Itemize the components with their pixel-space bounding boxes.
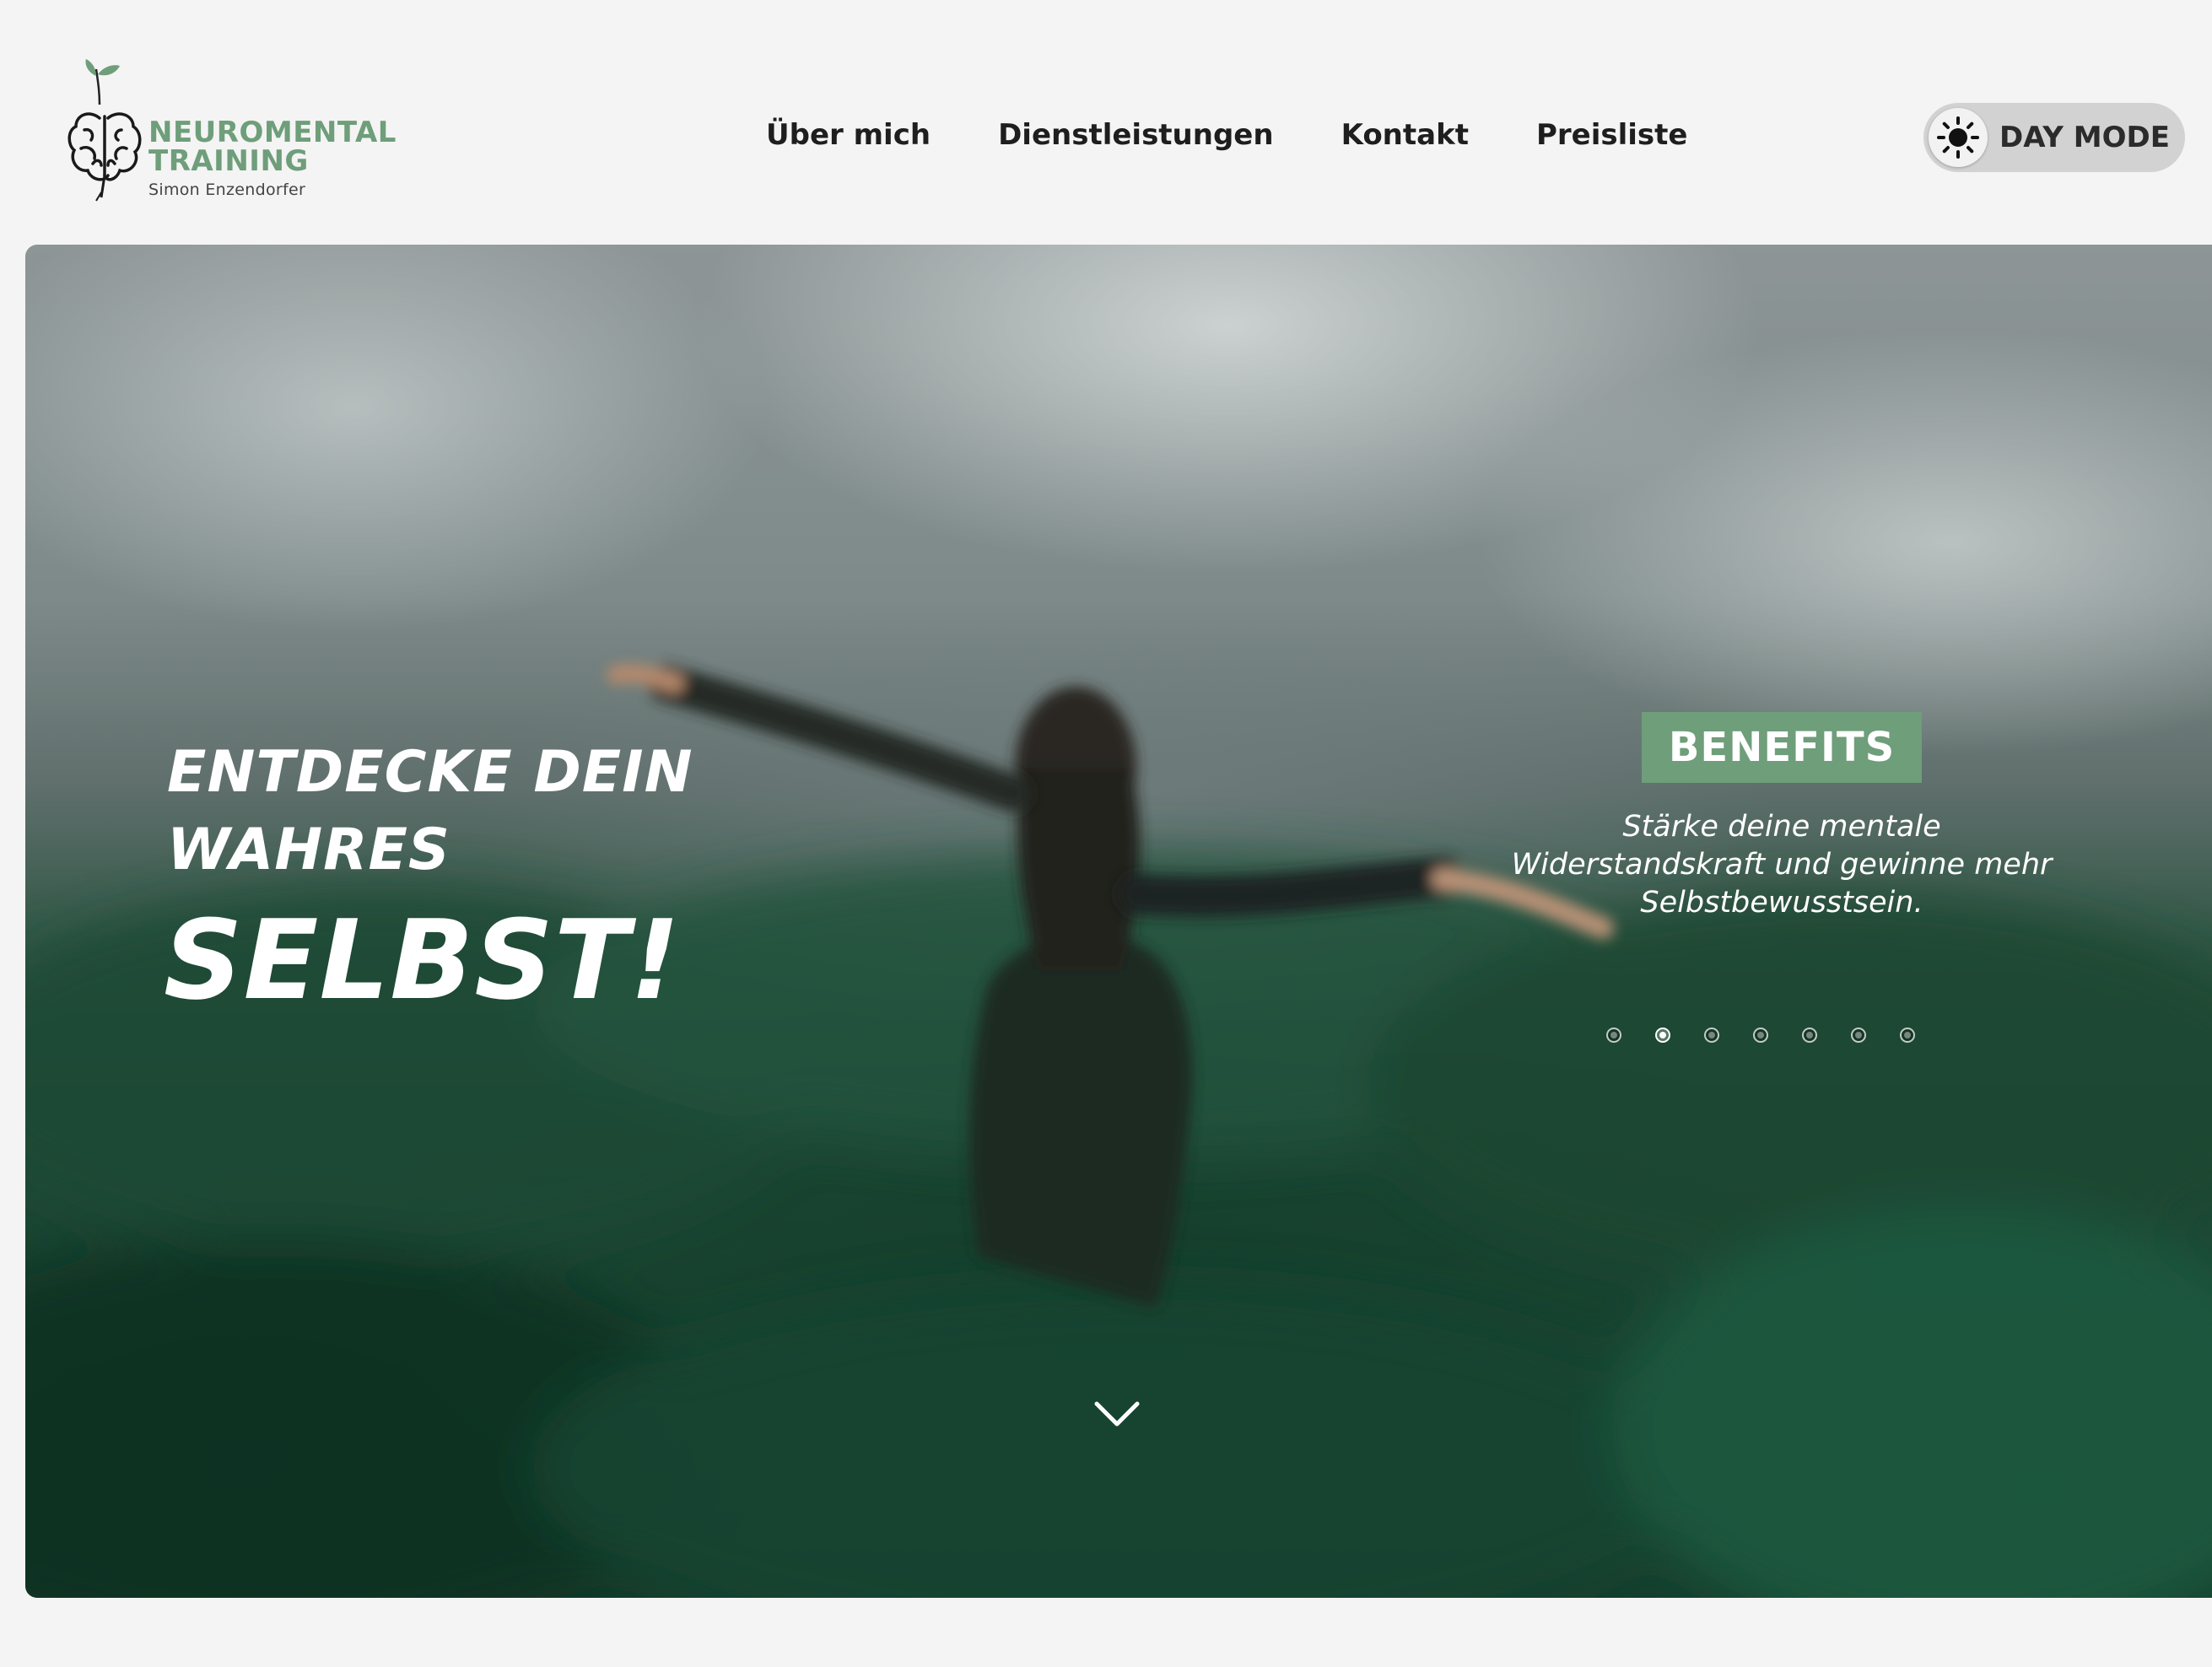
chevron-down-icon[interactable]: [1092, 1397, 1142, 1431]
slider-dot[interactable]: [1900, 1028, 1915, 1043]
hero-headline-line2: WAHRES: [167, 817, 450, 883]
nav-item-ueber-mich[interactable]: Über mich: [766, 118, 931, 152]
slider-pagination: [1606, 1028, 1949, 1043]
brand-name-line1: NEUROMENTAL: [148, 116, 397, 149]
logo-text: NEUROMENTAL TRAINING Simon Enzendorfer: [148, 118, 397, 199]
sun-icon: [1937, 116, 1979, 159]
slider-dot-active[interactable]: [1655, 1028, 1670, 1043]
brain-sprout-logo-icon: [67, 59, 142, 202]
slider-dot[interactable]: [1606, 1028, 1621, 1043]
slider-dot[interactable]: [1851, 1028, 1866, 1043]
hero-section: ENTDECKE DEIN WAHRES SELBST! BENEFITS St…: [25, 245, 2212, 1598]
mode-label: DAY MODE: [1999, 121, 2170, 154]
slider-dot[interactable]: [1802, 1028, 1817, 1043]
brand-owner: Simon Enzendorfer: [148, 181, 306, 199]
logo[interactable]: NEUROMENTAL TRAINING Simon Enzendorfer: [67, 57, 422, 209]
nav-item-preisliste[interactable]: Preisliste: [1536, 118, 1688, 152]
toggle-knob: [1929, 108, 1988, 167]
slide-badge: BENEFITS: [1642, 712, 1922, 783]
slide-text: Stärke deine mentale Widerstandskraft un…: [1511, 810, 2053, 920]
slider-dot[interactable]: [1704, 1028, 1719, 1043]
day-mode-toggle[interactable]: DAY MODE: [1923, 103, 2185, 172]
nav-item-kontakt[interactable]: Kontakt: [1341, 118, 1469, 152]
nav-item-dienstleistungen[interactable]: Dienstleistungen: [998, 118, 1274, 152]
main-nav: Über mich Dienstleistungen Kontakt Preis…: [766, 118, 1755, 152]
hero-headline-big: SELBST!: [164, 896, 681, 1024]
hero-headline: ENTDECKE DEIN WAHRES: [167, 734, 693, 889]
slider-dot[interactable]: [1753, 1028, 1768, 1043]
brand-name-line2: TRAINING: [148, 144, 309, 178]
page: NEUROMENTAL TRAINING Simon Enzendorfer Ü…: [0, 0, 2212, 1667]
hero-headline-line1: ENTDECKE DEIN: [167, 739, 693, 806]
